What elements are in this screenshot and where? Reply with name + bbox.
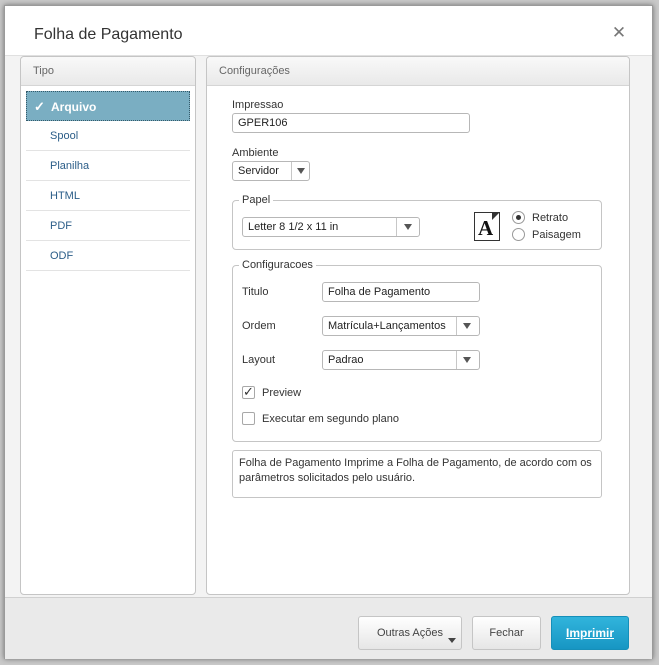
chevron-down-icon (404, 224, 412, 230)
layout-label: Layout (242, 354, 276, 366)
sidebar-item-label: ODF (50, 250, 74, 262)
paper-size-select[interactable]: Letter 8 1/2 x 11 in (242, 217, 420, 237)
chevron-down-icon (297, 168, 305, 174)
background-label: Executar em segundo plano (262, 413, 399, 425)
config-group: Configuracoes Titulo Folha de Pagamento … (232, 259, 602, 442)
paper-size-value: Letter 8 1/2 x 11 in (248, 221, 339, 233)
sidebar-item-spool[interactable]: Spool (26, 121, 190, 151)
sidebar-item-label: PDF (50, 220, 72, 232)
close-icon[interactable]: ✕ (609, 23, 629, 43)
preview-checkbox[interactable]: ✓ (242, 384, 255, 399)
check-icon: ✓ (243, 384, 254, 399)
sidebar-item-pdf[interactable]: PDF (26, 211, 190, 241)
impressao-input[interactable]: GPER106 (232, 113, 470, 133)
other-actions-label: Outras Ações (376, 627, 444, 639)
description-box: Folha de Pagamento Imprime a Folha de Pa… (232, 450, 602, 498)
ambiente-select[interactable]: Servidor (232, 161, 310, 181)
titulo-input[interactable]: Folha de Pagamento (322, 282, 480, 302)
paper-legend: Papel (239, 194, 274, 206)
chevron-down-icon (448, 638, 456, 643)
sidebar-item-label: Arquivo (51, 100, 97, 114)
sidebar-item-arquivo[interactable]: ✓ Arquivo (26, 91, 190, 121)
sidebar-item-label: Spool (50, 130, 79, 142)
retrato-label: Retrato (532, 212, 569, 224)
ordem-value: Matrícula+Lançamentos (328, 320, 446, 332)
impressao-label: Impressao (232, 99, 284, 111)
preview-label: Preview (262, 387, 302, 399)
sidebar-item-html[interactable]: HTML (26, 181, 190, 211)
sidebar-item-label: Planilha (50, 160, 90, 172)
type-panel: Tipo ✓ Arquivo Spool Planilha HTML PDF O… (20, 56, 196, 595)
ordem-label: Ordem (242, 320, 276, 332)
chevron-down-icon (463, 357, 471, 363)
close-button[interactable]: Fechar (472, 616, 541, 650)
ordem-select[interactable]: Matrícula+Lançamentos (322, 316, 480, 336)
layout-select[interactable]: Padrao (322, 350, 480, 370)
settings-panel-header: Configurações (207, 57, 629, 86)
chevron-down-icon (463, 323, 471, 329)
other-actions-button[interactable]: Outras Ações (358, 616, 462, 650)
titulo-label: Titulo (242, 286, 269, 298)
check-icon: ✓ (34, 99, 45, 114)
paisagem-label: Paisagem (532, 229, 581, 241)
settings-panel: Configurações Impressao GPER106 Ambiente… (206, 56, 630, 595)
sidebar-item-label: HTML (50, 190, 80, 202)
background-checkbox[interactable] (242, 412, 255, 425)
retrato-radio[interactable] (512, 211, 525, 224)
print-button[interactable]: Imprimir (551, 616, 629, 650)
paper-group: Papel Letter 8 1/2 x 11 in A Retrato Pai… (232, 194, 602, 250)
ambiente-label: Ambiente (232, 147, 279, 159)
layout-value: Padrao (328, 354, 364, 366)
paisagem-radio[interactable] (512, 228, 525, 241)
dialog-footer: Outras Ações Fechar Imprimir (5, 597, 652, 659)
page-orientation-icon: A (474, 212, 500, 241)
sidebar-item-planilha[interactable]: Planilha (26, 151, 190, 181)
sidebar-item-odf[interactable]: ODF (26, 241, 190, 271)
title-bar: Folha de Pagamento ✕ (5, 6, 652, 56)
ambiente-value: Servidor (238, 165, 279, 177)
config-legend: Configuracoes (239, 259, 316, 271)
print-dialog: Folha de Pagamento ✕ Tipo ✓ Arquivo Spoo… (4, 5, 653, 659)
dialog-title: Folha de Pagamento (34, 26, 183, 43)
type-panel-header: Tipo (21, 57, 195, 86)
